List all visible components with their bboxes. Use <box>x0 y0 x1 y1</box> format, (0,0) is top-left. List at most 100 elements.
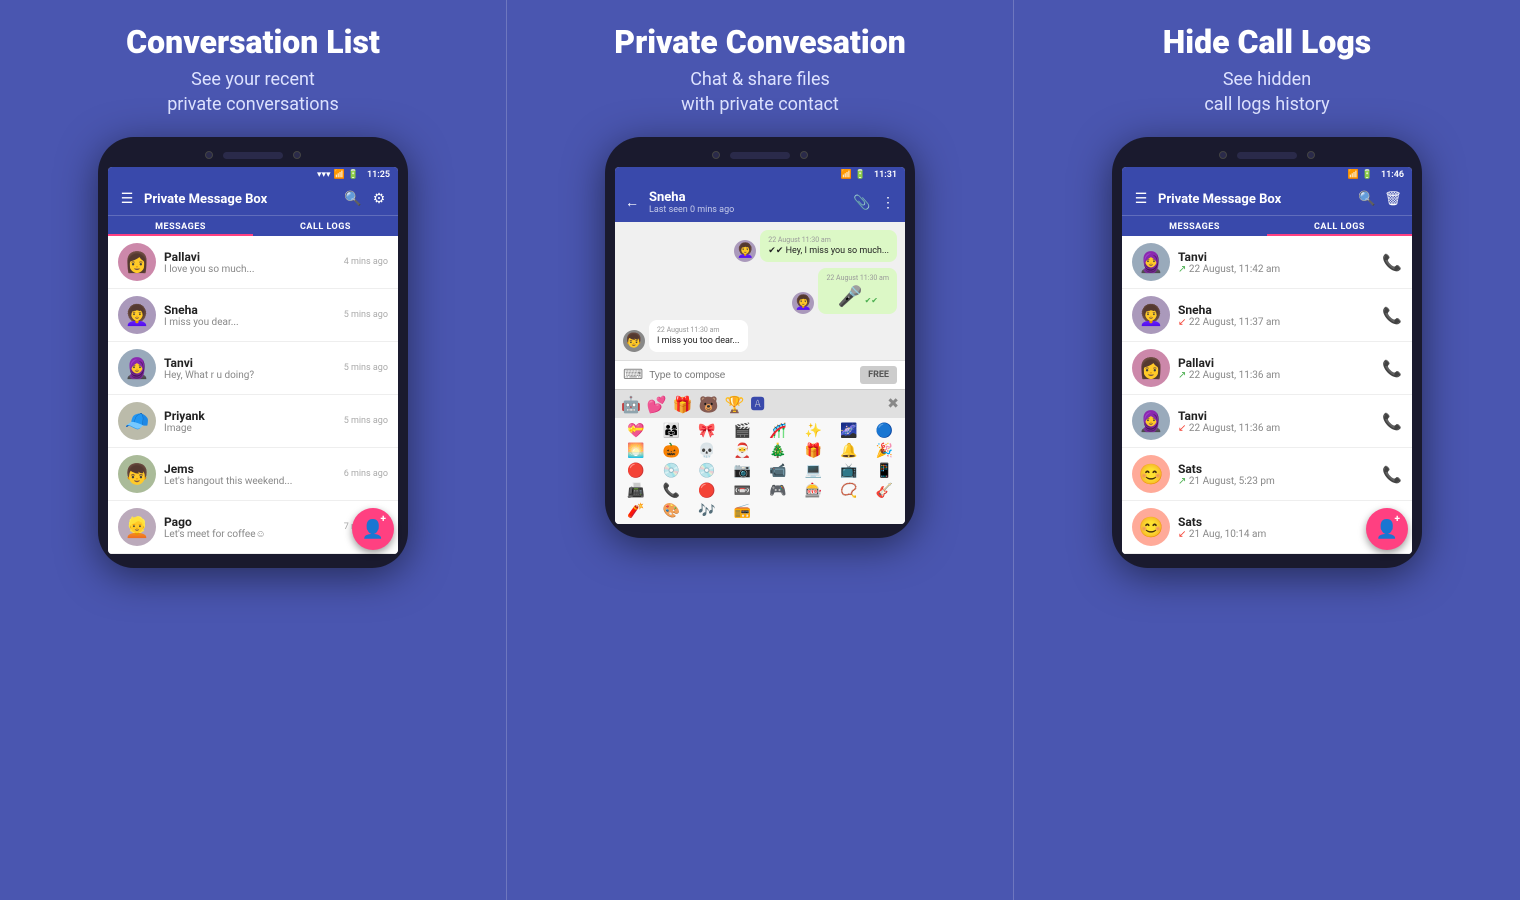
convo-item-priyank[interactable]: 🧢 Priyank Image 5 mins ago <box>108 395 398 448</box>
emoji-14[interactable]: 🎁 <box>797 442 831 460</box>
emoji-27[interactable]: 🔴 <box>690 482 724 500</box>
back-icon[interactable]: ← <box>623 194 641 211</box>
emoji-23[interactable]: 📺 <box>832 462 866 480</box>
call-phone-icon-4: 📞 <box>1382 412 1402 431</box>
delete-icon-3[interactable]: 🗑 <box>1384 191 1402 207</box>
tab-messages-3[interactable]: MESSAGES <box>1122 216 1267 236</box>
search-icon-1[interactable]: 🔍 <box>344 191 362 207</box>
status-time-2: 11:31 <box>874 170 897 180</box>
emoji-tab-trophy[interactable]: 🏆 <box>725 395 745 414</box>
avatar-priyank: 🧢 <box>118 402 156 440</box>
emoji-33[interactable]: 🧨 <box>619 502 653 520</box>
emoji-7[interactable]: 🌌 <box>832 422 866 440</box>
call-name-sats-1: Sats <box>1178 462 1374 476</box>
emoji-34[interactable]: 🎨 <box>655 502 689 520</box>
emoji-25[interactable]: 📠 <box>619 482 653 500</box>
call-item-sneha-1[interactable]: 👩‍🦱 Sneha ↙ 22 August, 11:37 am 📞 <box>1122 289 1412 342</box>
msg-bubble-3: 22 August 11:30 am I miss you too dear..… <box>649 320 748 352</box>
plus-icon-3: + <box>1395 514 1400 525</box>
call-phone-icon-1: 📞 <box>1382 253 1402 272</box>
emoji-30[interactable]: 🎰 <box>797 482 831 500</box>
convo-item-sneha[interactable]: 👩‍🦱 Sneha I miss you dear... 5 mins ago <box>108 289 398 342</box>
fab-add-contact-1[interactable]: 👤 + <box>352 508 394 550</box>
emoji-tab-robot[interactable]: 🤖 <box>621 395 641 414</box>
emoji-36[interactable]: 📻 <box>726 502 760 520</box>
emoji-13[interactable]: 🎄 <box>761 442 795 460</box>
phone-speaker <box>223 152 283 159</box>
emoji-17[interactable]: 🔴 <box>619 462 653 480</box>
emoji-22[interactable]: 💻 <box>797 462 831 480</box>
search-icon-3[interactable]: 🔍 <box>1358 191 1376 207</box>
emoji-1[interactable]: 💝 <box>619 422 653 440</box>
call-name-sneha-1: Sneha <box>1178 303 1374 317</box>
emoji-2[interactable]: 👨‍👩‍👧 <box>655 422 689 440</box>
status-bar-3: 📶 🔋 11:46 <box>1122 167 1412 183</box>
emoji-24[interactable]: 📱 <box>868 462 902 480</box>
emoji-26[interactable]: 📞 <box>655 482 689 500</box>
call-item-sats-1[interactable]: 😊 Sats ↗ 21 August, 5:23 pm 📞 <box>1122 448 1412 501</box>
compose-input[interactable] <box>649 370 854 381</box>
call-name-tanvi-1: Tanvi <box>1178 250 1374 264</box>
msg-bubble-1: 22 August 11:30 am ✔✔ Hey, I miss you so… <box>760 230 897 262</box>
emoji-21[interactable]: 📹 <box>761 462 795 480</box>
attachment-icon[interactable]: 📎 <box>853 195 871 211</box>
emoji-8[interactable]: 🔵 <box>868 422 902 440</box>
tab-calllogs-3[interactable]: CALL LOGS <box>1267 216 1412 236</box>
emoji-9[interactable]: 🌅 <box>619 442 653 460</box>
call-item-tanvi-1[interactable]: 🧕 Tanvi ↗ 22 August, 11:42 am 📞 <box>1122 236 1412 289</box>
emoji-5[interactable]: 🎢 <box>761 422 795 440</box>
emoji-16[interactable]: 🎉 <box>868 442 902 460</box>
emoji-tab-hearts[interactable]: 💕 <box>647 395 667 414</box>
wifi-icon: ▾▾▾ <box>317 170 331 180</box>
emoji-18[interactable]: 💿 <box>655 462 689 480</box>
emoji-11[interactable]: 💀 <box>690 442 724 460</box>
convo-info-sneha: Sneha I miss you dear... <box>164 303 336 328</box>
emoji-12[interactable]: 🎅 <box>726 442 760 460</box>
emoji-32[interactable]: 🎸 <box>868 482 902 500</box>
mini-avatar-out-1: 👩‍🦱 <box>734 240 756 262</box>
convo-time-sneha: 5 mins ago <box>344 310 388 320</box>
emoji-31[interactable]: 📿 <box>832 482 866 500</box>
call-time-sats-1: ↗ 21 August, 5:23 pm <box>1178 476 1374 487</box>
keyboard-icon: ⌨ <box>623 367 643 383</box>
call-info-sneha-1: Sneha ↙ 22 August, 11:37 am <box>1178 303 1374 328</box>
panel-hide-call-logs: Hide Call Logs See hiddencall logs histo… <box>1013 0 1520 900</box>
call-item-tanvi-2[interactable]: 🧕 Tanvi ↙ 22 August, 11:36 am 📞 <box>1122 395 1412 448</box>
compose-free-btn[interactable]: FREE <box>860 366 897 384</box>
tab-calllogs-1[interactable]: CALL LOGS <box>253 216 398 236</box>
tab-messages-1[interactable]: MESSAGES <box>108 216 253 236</box>
emoji-29[interactable]: 🎮 <box>761 482 795 500</box>
convo-info-priyank: Priyank Image <box>164 409 336 434</box>
phone-camera-6 <box>1307 151 1315 159</box>
emoji-6[interactable]: ✨ <box>797 422 831 440</box>
convo-item-jems[interactable]: 👦 Jems Let's hangout this weekend... 6 m… <box>108 448 398 501</box>
phone-1-top <box>108 151 398 159</box>
convo-item-tanvi[interactable]: 🧕 Tanvi Hey, What r u doing? 5 mins ago <box>108 342 398 395</box>
emoji-10[interactable]: 🎃 <box>655 442 689 460</box>
emoji-15[interactable]: 🔔 <box>832 442 866 460</box>
more-icon[interactable]: ⋮ <box>879 195 897 211</box>
check-mark: ✔✔ <box>865 296 878 305</box>
convo-preview-jems: Let's hangout this weekend... <box>164 476 336 487</box>
emoji-28[interactable]: 📼 <box>726 482 760 500</box>
menu-icon-3[interactable]: ☰ <box>1132 191 1150 207</box>
emoji-20[interactable]: 📷 <box>726 462 760 480</box>
chat-app-bar: ← Sneha Last seen 0 mins ago 📎 ⋮ <box>615 183 905 222</box>
emoji-tab-gift[interactable]: 🎁 <box>673 395 693 414</box>
emoji-tab-text[interactable]: 🅰 <box>751 394 765 414</box>
convo-info-tanvi: Tanvi Hey, What r u doing? <box>164 356 336 381</box>
chat-messages: 22 August 11:30 am ✔✔ Hey, I miss you so… <box>615 222 905 360</box>
convo-item-pallavi[interactable]: 👩 Pallavi I love you so much... 4 mins a… <box>108 236 398 289</box>
call-info-pallavi-1: Pallavi ↗ 22 August, 11:36 am <box>1178 356 1374 381</box>
emoji-3[interactable]: 🎀 <box>690 422 724 440</box>
fab-add-contact-3[interactable]: 👤 + <box>1366 508 1408 550</box>
settings-icon-1[interactable]: ⚙ <box>370 191 388 207</box>
call-item-pallavi-1[interactable]: 👩 Pallavi ↗ 22 August, 11:36 am 📞 <box>1122 342 1412 395</box>
emoji-19[interactable]: 💿 <box>690 462 724 480</box>
status-icons-1: ▾▾▾ 📶 🔋 <box>317 170 359 180</box>
emoji-4[interactable]: 🎬 <box>726 422 760 440</box>
menu-icon-1[interactable]: ☰ <box>118 191 136 207</box>
emoji-35[interactable]: 🎶 <box>690 502 724 520</box>
emoji-tab-bear[interactable]: 🐻 <box>699 395 719 414</box>
emoji-close-icon[interactable]: ✖ <box>887 396 899 412</box>
